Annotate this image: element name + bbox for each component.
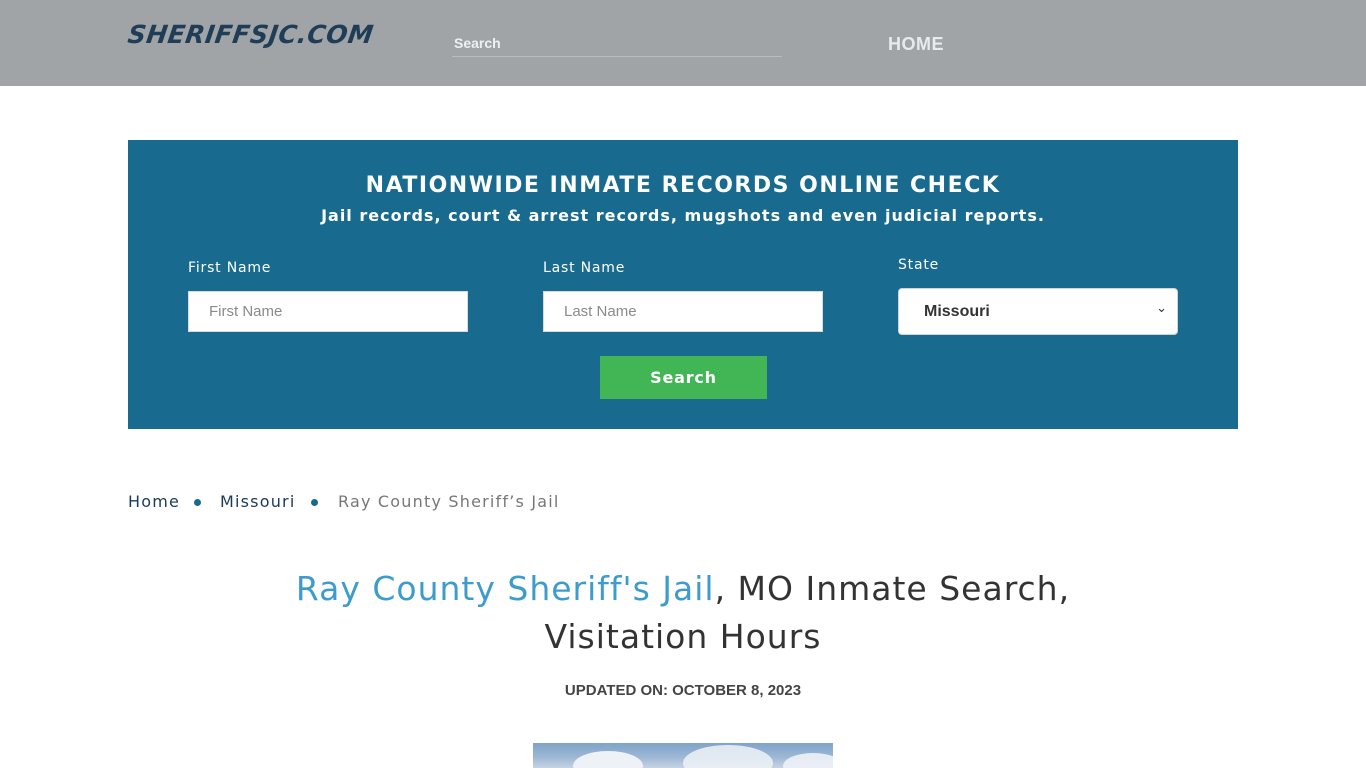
updated-date: UPDATED ON: OCTOBER 8, 2023 (0, 682, 1366, 699)
state-label: State (898, 257, 940, 273)
nav-home-link[interactable]: HOME (888, 34, 944, 55)
site-logo[interactable]: SHERIFFSJC.COM (126, 20, 376, 50)
inmate-search-panel: NATIONWIDE INMATE RECORDS ONLINE CHECK J… (128, 140, 1238, 429)
state-select[interactable]: Missouri ⌄ (898, 288, 1178, 335)
updated-value: OCTOBER 8, 2023 (672, 682, 802, 699)
panel-subtitle: Jail records, court & arrest records, mu… (321, 206, 1045, 225)
header-search-input[interactable] (452, 32, 786, 54)
chevron-down-icon: ⌄ (1156, 301, 1167, 316)
site-header: SHERIFFSJC.COM HOME (0, 0, 1366, 86)
last-name-label: Last Name (543, 260, 626, 276)
last-name-input[interactable] (543, 291, 823, 332)
facility-photo (533, 743, 833, 768)
first-name-input[interactable] (188, 291, 468, 332)
panel-title: NATIONWIDE INMATE RECORDS ONLINE CHECK (365, 173, 1001, 198)
breadcrumb-home[interactable]: Home (128, 492, 180, 511)
page-title: Ray County Sheriff's Jail, MO Inmate Sea… (233, 565, 1133, 661)
state-select-value: Missouri (924, 303, 990, 320)
title-line2: Visitation Hours (544, 617, 822, 656)
breadcrumb-state[interactable]: Missouri (220, 492, 295, 511)
search-button[interactable]: Search (600, 356, 767, 399)
first-name-label: First Name (188, 260, 272, 276)
cloud-shape (573, 751, 643, 768)
breadcrumb-separator-icon (194, 499, 201, 506)
header-search (452, 32, 786, 57)
cloud-shape (783, 753, 833, 768)
title-facility-name: Ray County Sheriff's Jail (295, 569, 715, 608)
breadcrumb-separator-icon (311, 499, 318, 506)
cloud-shape (683, 745, 773, 768)
title-line1-rest: , MO Inmate Search, (714, 569, 1071, 608)
breadcrumb-current: Ray County Sheriff’s Jail (338, 492, 560, 511)
updated-label: UPDATED ON: (564, 682, 668, 699)
